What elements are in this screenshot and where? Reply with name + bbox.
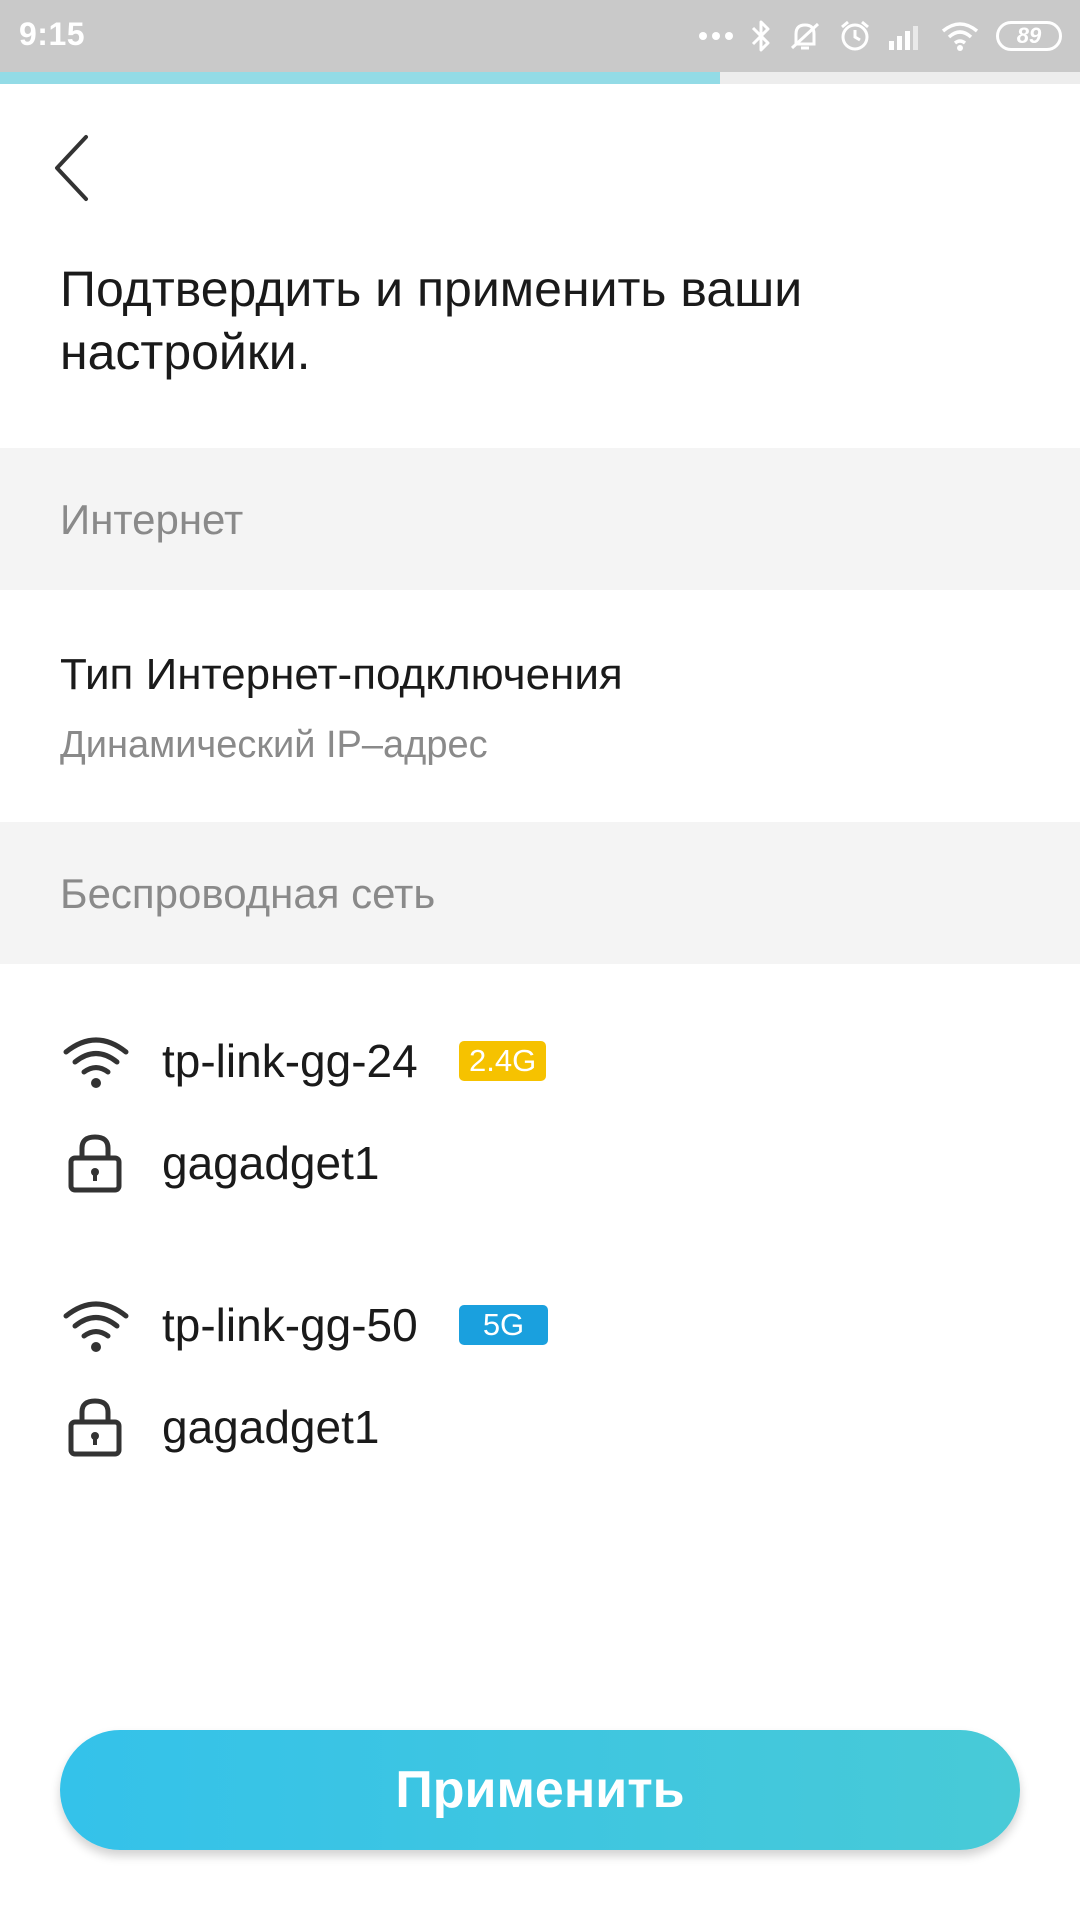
lock-icon bbox=[68, 1134, 122, 1193]
back-button[interactable] bbox=[52, 128, 112, 208]
bluetooth-icon bbox=[751, 20, 770, 52]
network-password: gagadget1 bbox=[162, 1401, 380, 1453]
wifi-icon bbox=[63, 1301, 129, 1352]
section-label-wireless: Беспроводная сеть bbox=[60, 870, 436, 917]
more-dots-icon bbox=[699, 32, 733, 40]
band-badge-5g: 5G bbox=[459, 1305, 548, 1345]
status-bar: 9:15 89 bbox=[0, 0, 1080, 72]
section-label-internet: Интернет bbox=[60, 496, 244, 543]
wifi-icon bbox=[63, 1037, 129, 1088]
apply-button[interactable]: Применить bbox=[60, 1730, 1020, 1850]
network-password: gagadget1 bbox=[162, 1137, 380, 1189]
setup-progress-fill bbox=[0, 72, 721, 84]
wifi-icon bbox=[941, 22, 979, 51]
connection-type-label: Тип Интернет-подключения bbox=[60, 650, 623, 699]
status-time: 9:15 bbox=[19, 16, 86, 52]
notifications-off-icon bbox=[790, 22, 820, 50]
network-ssid: tp-link-gg-50 bbox=[162, 1299, 418, 1351]
page-title: Подтвердить и применить ваши настройки. bbox=[60, 261, 803, 380]
section-header-internet: Интернет bbox=[0, 448, 1080, 590]
band-badge-2-4g: 2.4G bbox=[459, 1041, 547, 1081]
setup-progress-bar bbox=[0, 72, 1080, 84]
network-ssid: tp-link-gg-24 bbox=[162, 1035, 418, 1087]
lock-icon bbox=[68, 1398, 122, 1457]
alarm-icon bbox=[841, 20, 869, 51]
section-header-wireless: Беспроводная сеть bbox=[0, 822, 1080, 964]
connection-type-value: Динамический IP–адрес bbox=[60, 724, 488, 766]
battery-icon: 89 bbox=[996, 21, 1062, 51]
chevron-left-icon bbox=[55, 135, 88, 201]
signal-icon bbox=[889, 26, 918, 50]
status-icons: 89 bbox=[698, 16, 1062, 56]
